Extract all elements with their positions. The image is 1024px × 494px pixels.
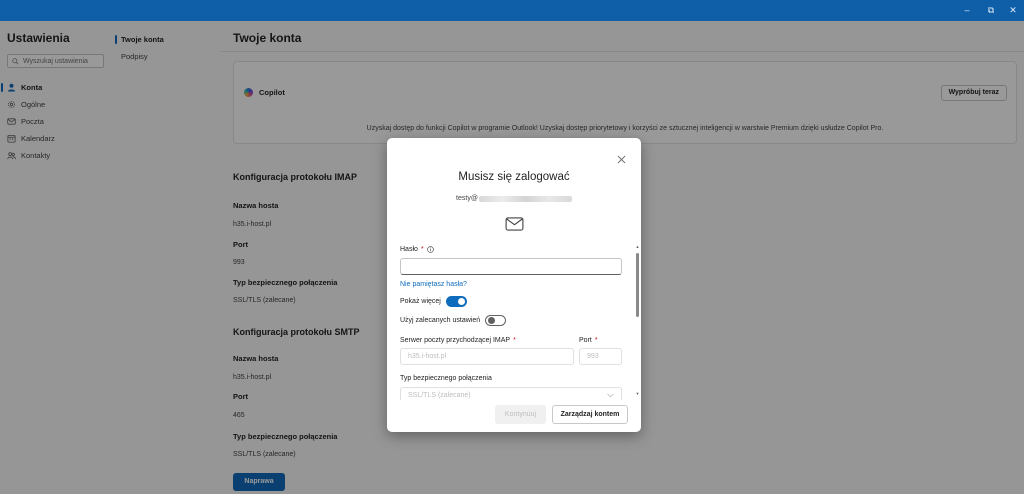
dialog-title: Musisz się zalogować [458, 171, 570, 183]
imap-server-label: Serwer poczty przychodzącej IMAP [400, 337, 511, 344]
use-recommended-toggle[interactable] [485, 315, 507, 326]
password-label-row: Hasło * [400, 246, 434, 253]
required-mark: * [420, 246, 424, 253]
imap-server-label-row: Serwer poczty przychodzącej IMAP * [400, 337, 516, 344]
show-more-toggle[interactable] [445, 296, 467, 307]
password-input[interactable] [400, 258, 622, 275]
toggle-knob [457, 298, 465, 305]
maximize-button[interactable]: ⧉ [982, 3, 1000, 17]
security-label-row: Typ bezpiecznego połączenia [400, 375, 492, 382]
dialog-scrollbar[interactable]: ▲ ▼ [635, 245, 640, 396]
security-select-value: SSL/TLS (zalecane) [408, 392, 471, 399]
use-recommended-label: Użyj zalecanych ustawień [400, 317, 481, 324]
toggle-knob [488, 317, 496, 324]
required-mark: * [513, 337, 516, 344]
dialog-footer: Kontynuuj Zarządzaj kontem [387, 405, 641, 425]
use-recommended-row: Użyj zalecanych ustawień [400, 315, 507, 326]
forgot-password-link[interactable]: Nie pamiętasz hasła? [400, 281, 467, 288]
close-window-button[interactable]: ✕ [1004, 3, 1022, 17]
sign-in-dialog: Musisz się zalogować testy@ Hasło * Nie … [387, 138, 641, 432]
show-more-row: Pokaż więcej [400, 296, 467, 307]
password-label: Hasło [400, 246, 418, 253]
mail-icon [505, 217, 524, 231]
required-mark: * [594, 337, 598, 344]
minimize-button[interactable]: – [958, 3, 976, 17]
scroll-up-arrow-icon[interactable]: ▲ [635, 245, 640, 249]
manage-account-button[interactable]: Zarządzaj kontem [552, 405, 628, 424]
scroll-down-arrow-icon[interactable]: ▼ [635, 392, 640, 396]
info-icon[interactable] [426, 246, 434, 253]
security-select[interactable]: SSL/TLS (zalecane) [400, 387, 622, 400]
dialog-scroll-area[interactable]: Hasło * Nie pamiętasz hasła? Pokaż więce… [387, 242, 641, 400]
security-label: Typ bezpiecznego połączenia [400, 375, 492, 382]
chevron-down-icon [607, 393, 614, 398]
close-icon[interactable] [617, 155, 626, 164]
imap-server-input[interactable]: h35.i-host.pl [400, 348, 574, 365]
title-bar: – ⧉ ✕ [0, 0, 1024, 21]
show-more-label: Pokaż więcej [400, 298, 441, 305]
continue-button[interactable]: Kontynuuj [495, 405, 546, 424]
port-label-row: Port * [579, 337, 598, 344]
dialog-email: testy@ [387, 195, 641, 202]
redacted-email [478, 195, 572, 202]
email-prefix: testy@ [456, 195, 478, 202]
port-input[interactable]: 993 [579, 348, 622, 365]
scrollbar-thumb[interactable] [636, 253, 639, 317]
port-label: Port [579, 337, 592, 344]
